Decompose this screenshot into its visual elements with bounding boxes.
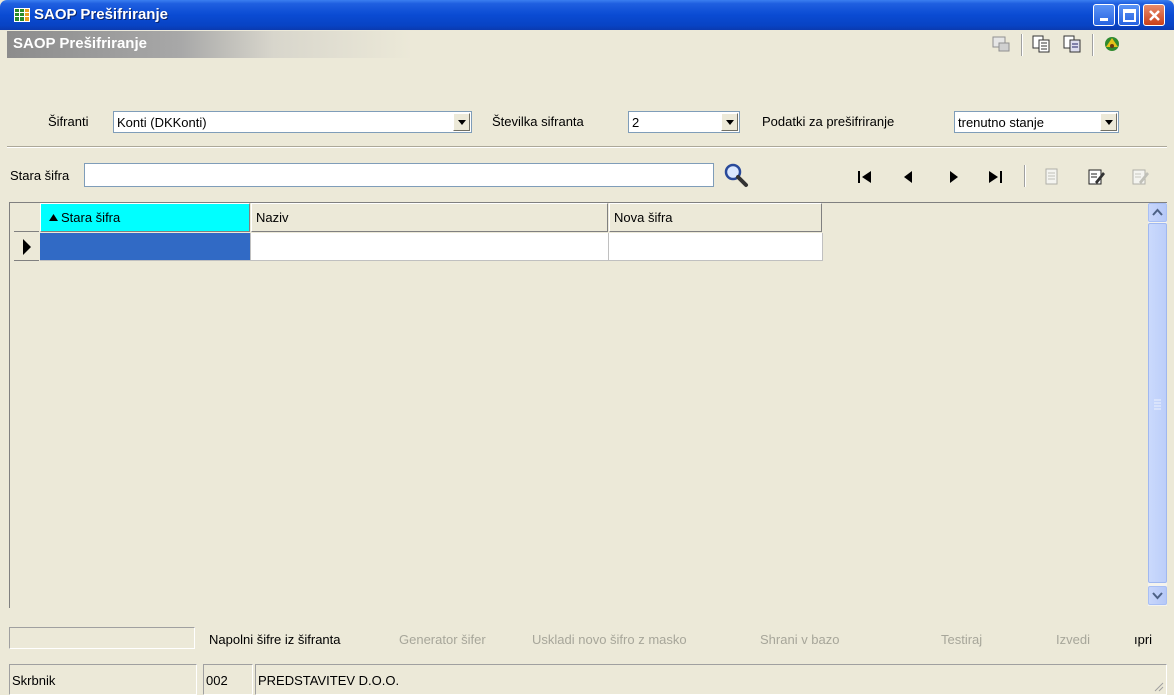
panel-header: SAOP Prešifriranje (7, 31, 1167, 58)
column-header-label: Nova šifra (614, 210, 673, 225)
izvedi-link[interactable]: Izvedi (1056, 632, 1090, 647)
podatki-value: trenutno stanje (958, 115, 1045, 130)
column-header-naziv[interactable]: Naziv (251, 203, 608, 232)
grid-cell-nova-sifra[interactable] (609, 233, 823, 261)
stevilka-value: 2 (632, 115, 640, 130)
maximize-button[interactable] (1118, 4, 1140, 26)
window-title: SAOP Prešifriranje (34, 6, 168, 23)
status-company-text: PREDSTAVITEV D.O.O. (258, 673, 400, 688)
close-icon (1149, 10, 1160, 21)
maximize-icon (1123, 9, 1136, 22)
column-header-nova-sifra[interactable]: Nova šifra (609, 203, 822, 232)
minimize-button[interactable] (1093, 4, 1115, 26)
grid-cell-stara-sifra[interactable] (40, 233, 251, 261)
stevilka-select[interactable]: 2 (628, 111, 740, 133)
new-record-icon (1045, 168, 1058, 185)
cancel-edit-icon (1132, 169, 1149, 185)
podatki-select[interactable]: trenutno stanje (954, 111, 1119, 133)
table-icon (14, 8, 30, 22)
status-user-text: Skrbnik (12, 673, 56, 688)
exit-icon[interactable] (1101, 34, 1123, 54)
column-header-label: Naziv (256, 210, 289, 225)
next-record-icon[interactable] (940, 164, 966, 190)
scroll-down-button[interactable] (1148, 586, 1167, 605)
search-icon[interactable] (722, 161, 750, 189)
testiraj-link[interactable]: Testiraj (941, 632, 982, 647)
current-row-arrow-icon (23, 239, 31, 255)
column-header-label: Stara šifra (61, 210, 121, 225)
title-bar[interactable]: SAOP Prešifriranje (0, 0, 1174, 30)
chevron-down-icon (1152, 592, 1163, 600)
chevron-down-icon[interactable] (453, 113, 470, 131)
status-code: 002 (203, 664, 253, 695)
status-code-text: 002 (206, 673, 228, 688)
close-button[interactable] (1143, 4, 1165, 26)
napolni-sifre-link[interactable]: Napolni šifre iz šifranta (209, 632, 341, 647)
grip-icon (1154, 399, 1161, 410)
scroll-thumb[interactable] (1148, 223, 1167, 583)
minimize-icon (1100, 18, 1108, 21)
status-company: PREDSTAVITEV D.O.O. (255, 664, 1167, 695)
stara-sifra-label: Stara šifra (10, 168, 70, 183)
generator-sifer-link[interactable]: Generator šifer (399, 632, 486, 647)
grid-indicator-header (14, 203, 39, 232)
footer-info-box (9, 627, 195, 649)
column-header-stara-sifra[interactable]: Stara šifra (40, 203, 250, 232)
scroll-up-button[interactable] (1148, 203, 1167, 222)
stara-sifra-input[interactable] (84, 163, 714, 187)
grid-cell-naziv[interactable] (251, 233, 609, 261)
chevron-up-icon (1152, 208, 1163, 216)
sifranti-label: Šifranti (48, 114, 89, 129)
last-record-icon[interactable] (982, 164, 1008, 190)
copy-icon[interactable] (1031, 34, 1053, 54)
paste-icon[interactable] (1062, 34, 1084, 54)
status-user: Skrbnik (9, 664, 197, 695)
uskladi-link[interactable]: Uskladi novo šifro z masko (532, 632, 687, 647)
first-record-icon[interactable] (852, 164, 878, 190)
sifranti-value: Konti (DKKonti) (117, 115, 207, 130)
edit-record-icon[interactable] (1082, 164, 1108, 190)
data-grid[interactable] (9, 202, 1167, 608)
pri-link[interactable]: ıpri (1134, 632, 1152, 647)
vertical-scrollbar[interactable] (1148, 203, 1167, 606)
grid-row-indicator[interactable] (14, 233, 39, 261)
report-icon[interactable] (990, 34, 1012, 54)
podatki-label: Podatki za prešifriranje (762, 114, 895, 129)
chevron-down-icon[interactable] (721, 113, 738, 131)
panel-title: SAOP Prešifriranje (13, 35, 147, 52)
chevron-down-icon[interactable] (1100, 113, 1117, 131)
sifranti-select[interactable]: Konti (DKKonti) (113, 111, 472, 133)
prev-record-icon[interactable] (896, 164, 922, 190)
shrani-v-bazo-link[interactable]: Shrani v bazo (760, 632, 840, 647)
stevilka-label: Številka sifranta (492, 114, 584, 129)
sort-ascending-icon (49, 214, 58, 221)
resize-grip-icon[interactable] (1152, 680, 1164, 692)
